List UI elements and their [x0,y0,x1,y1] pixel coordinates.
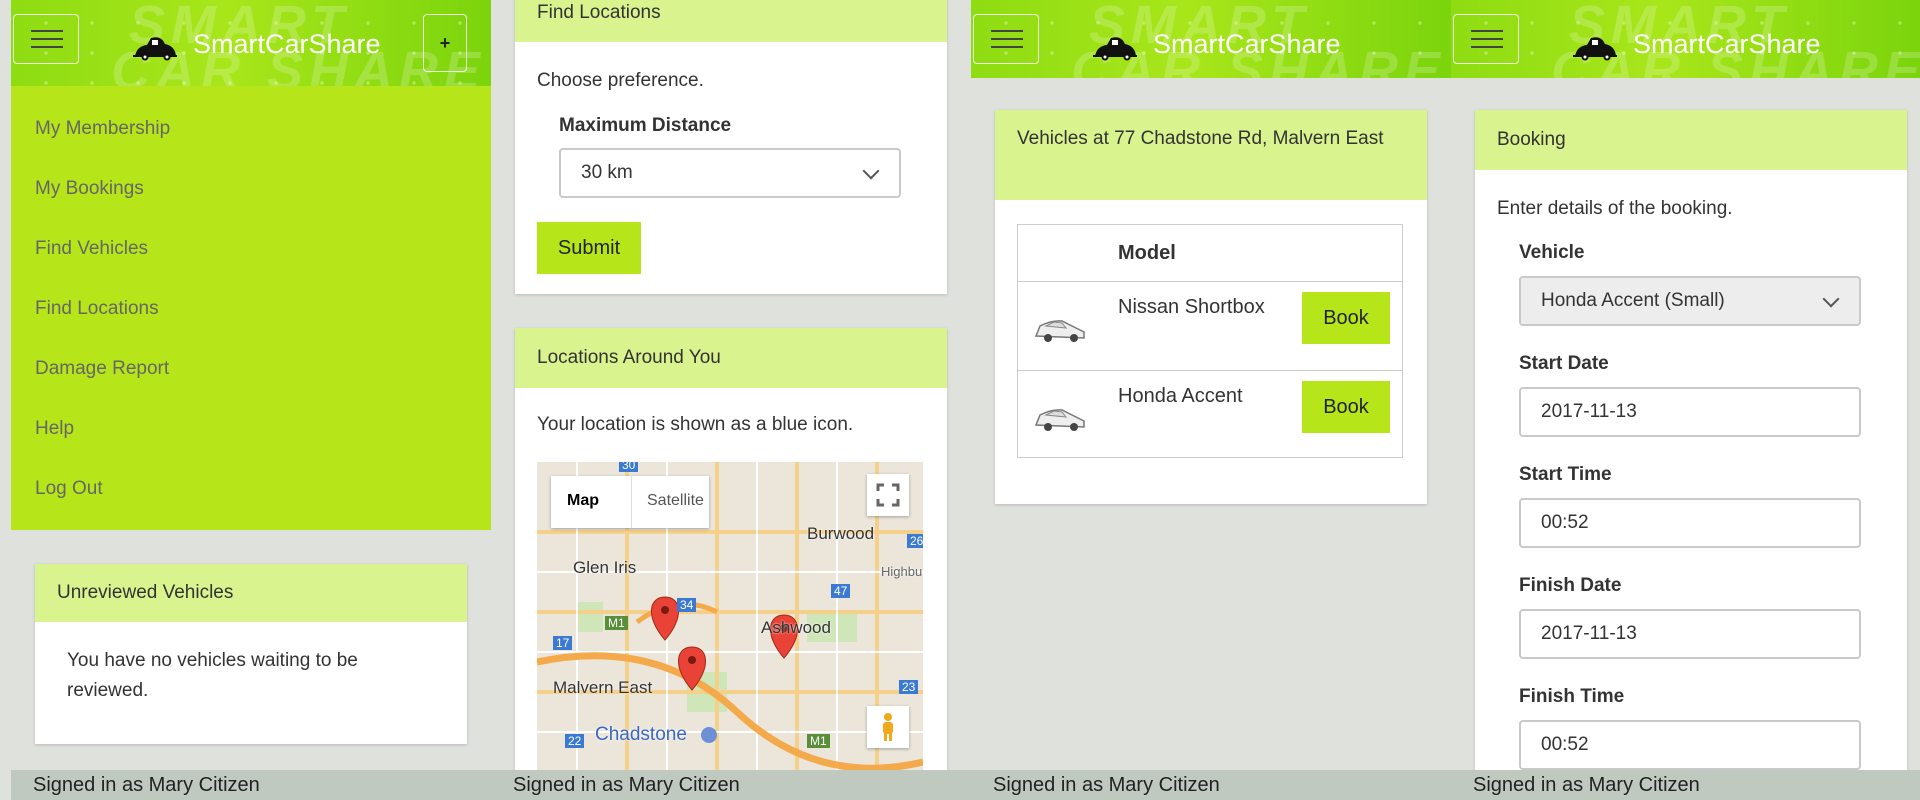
add-button[interactable]: + [423,14,467,72]
locations-map[interactable]: Burwood Glen Iris Highbu Ashwood Malvern… [537,462,923,774]
hamburger-menu-button[interactable] [1453,14,1519,64]
map-place-label: Highbu [881,564,923,579]
map-place-label: Chadstone [595,724,687,745]
locations-intro: Your location is shown as a blue icon. [537,414,854,435]
street-view-button[interactable] [867,706,909,748]
map-place-label: Ashwood [761,618,831,637]
vehicle-select[interactable]: Honda Accent (Small) [1519,276,1861,326]
max-distance-value: 30 km [581,162,633,183]
nav-item-find-locations[interactable]: Find Locations [35,298,159,320]
screen-vehicles: SMART CAR SHARE SmartCarShare Vehicles a… [971,0,1451,800]
fullscreen-button[interactable] [867,474,909,516]
unreviewed-vehicles-panel: Unreviewed Vehicles You have no vehicles… [35,564,467,744]
hamburger-menu-button[interactable] [973,14,1039,64]
sidebar-nav: My Membership My Bookings Find Vehicles … [11,86,491,530]
chevron-down-icon [1822,290,1840,308]
brand-title[interactable]: SmartCarShare [1633,29,1821,60]
submit-button[interactable]: Submit [537,222,641,274]
max-distance-label: Maximum Distance [559,115,732,136]
panel-title: Vehicles at 77 Chadstone Rd, Malvern Eas… [995,110,1427,200]
car-logo-icon [1093,37,1137,61]
max-distance-select[interactable]: 30 km [559,148,901,198]
finish-date-field[interactable]: 2017-11-13 [1519,609,1861,659]
unreviewed-message: You have no vehicles waiting to be revie… [67,650,358,701]
vehicle-label: Vehicle [1519,242,1585,263]
model-column-header: Model [1118,242,1176,264]
table-row: Nissan Shortbox Book [1018,281,1402,370]
panel-title: Locations Around You [515,328,947,388]
nav-item-damage-report[interactable]: Damage Report [35,358,169,380]
vehicles-panel: Vehicles at 77 Chadstone Rd, Malvern Eas… [995,110,1427,504]
start-time-field[interactable]: 00:52 [1519,498,1861,548]
nav-item-my-membership[interactable]: My Membership [35,118,170,140]
screen-booking: SMART CAR SHARE SmartCarShare Booking En… [1451,0,1920,800]
screen-menu: SMART CAR SHARE SmartCarShare + My Membe… [11,0,491,800]
find-locations-panel: Find Locations Choose preference. Maximu… [515,0,947,294]
brand-title[interactable]: SmartCarShare [193,29,381,60]
route-badge: 26 [907,534,923,548]
start-date-label: Start Date [1519,353,1609,374]
pegman-icon [883,713,893,741]
route-badge: 47 [831,584,851,598]
start-time-label: Start Time [1519,464,1612,485]
nav-item-help[interactable]: Help [35,418,74,440]
vehicle-select-value: Honda Accent (Small) [1541,290,1725,311]
start-date-field[interactable]: 2017-11-13 [1519,387,1861,437]
booking-intro: Enter details of the booking. [1497,198,1733,219]
route-badge: 17 [553,636,573,650]
nav-item-log-out[interactable]: Log Out [35,478,103,500]
route-badge: 34 [677,598,697,612]
hamburger-menu-button[interactable] [13,14,79,64]
map-place-label: Malvern East [553,678,653,697]
finish-time-field[interactable]: 00:52 [1519,720,1861,770]
car-thumbnail-icon [1034,409,1085,431]
signed-in-status: Signed in as Mary Citizen [1451,770,1920,800]
find-locations-intro: Choose preference. [537,70,704,91]
book-button[interactable]: Book [1302,292,1390,344]
fullscreen-icon [876,483,900,507]
vehicles-table: Model Nissan Shortbox Book Honda Accent … [1017,224,1403,458]
brand-title[interactable]: SmartCarShare [1153,29,1341,60]
route-badge: M1 [807,734,830,748]
map-tab[interactable]: Map [567,492,599,510]
route-badge: 22 [565,734,585,748]
panel-title: Unreviewed Vehicles [35,564,467,622]
nav-item-find-vehicles[interactable]: Find Vehicles [35,238,148,260]
table-row: Honda Accent Book [1018,370,1402,457]
map-type-toggle: Map Satellite [551,476,709,528]
panel-title: Find Locations [515,0,947,42]
vehicle-model: Honda Accent [1118,385,1243,407]
table-header-row: Model [1018,225,1402,281]
car-logo-icon [133,37,177,61]
panel-title: Booking [1475,110,1907,170]
book-button[interactable]: Book [1302,381,1390,433]
map-place-label: Glen Iris [573,558,637,577]
booking-panel: Booking Enter details of the booking. Ve… [1475,110,1907,790]
finish-time-label: Finish Time [1519,686,1625,707]
finish-date-label: Finish Date [1519,575,1622,596]
signed-in-status: Signed in as Mary Citizen [971,770,1451,800]
vehicle-model: Nissan Shortbox [1118,296,1265,318]
route-badge: M1 [605,616,628,630]
satellite-tab[interactable]: Satellite [647,492,704,510]
nav-item-my-bookings[interactable]: My Bookings [35,178,144,200]
locations-around-panel: Locations Around You Your location is sh… [515,328,947,798]
car-thumbnail-icon [1034,320,1085,342]
chevron-down-icon [862,162,880,180]
app-header: SMART CAR SHARE SmartCarShare [1451,0,1920,78]
car-logo-icon [1573,37,1617,61]
route-badge: 30 [619,462,639,472]
route-badge: 23 [899,680,919,694]
screen-find-locations: Find Locations Choose preference. Maximu… [491,0,971,800]
signed-in-status: Signed in as Mary Citizen [491,770,971,800]
app-header: SMART CAR SHARE SmartCarShare [971,0,1451,78]
map-place-label: Burwood [807,524,875,543]
signed-in-status: Signed in as Mary Citizen [11,770,491,800]
app-header: SMART CAR SHARE SmartCarShare + [11,0,491,86]
